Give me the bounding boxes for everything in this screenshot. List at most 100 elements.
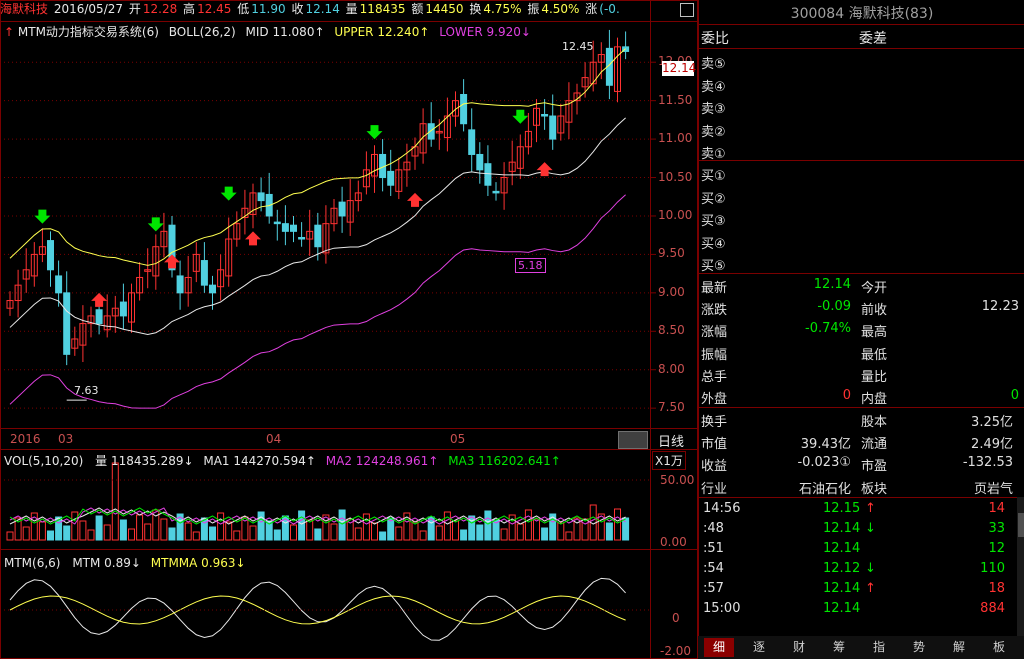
stat-value: 12.23 (981, 299, 1019, 315)
stat-value: 0 (1010, 388, 1019, 403)
bottom-tabs: 细逐财筹指势解板 (698, 636, 1024, 659)
month-03: 03 (58, 432, 74, 446)
stock-name: 海默科技 (0, 2, 49, 16)
price-axis-label: 10.50 (658, 169, 693, 184)
volume-bar (614, 508, 621, 541)
up-arrow-icon: ↑ (4, 25, 15, 39)
weibi-label: 委比 (701, 31, 729, 47)
candle-body (47, 240, 54, 271)
price-axis-label: 9.00 (658, 284, 685, 299)
tick-scrollbar[interactable] (1017, 497, 1024, 636)
tick-volume: 33 (988, 521, 1005, 536)
stat-value: 12.14 (813, 277, 851, 292)
current-price-tag: 12.14 (662, 61, 697, 76)
toggle-checkbox[interactable] (680, 3, 694, 17)
volume-bar (516, 523, 524, 541)
tab-1[interactable]: 逐 (744, 638, 774, 657)
volume-bar (314, 528, 322, 541)
tick-price: 12.14 (823, 541, 861, 556)
tick-price: 12.14 (823, 581, 861, 596)
year-label: 2016 (10, 432, 41, 446)
sell-row: 卖③ (699, 95, 1024, 118)
volume-bar (379, 531, 387, 541)
stat-row: 振幅 最低 (699, 341, 1024, 364)
tick-arrow: ↓ (865, 561, 876, 576)
volume-axis-bottom: 0.00 (660, 535, 687, 549)
volume-bar (144, 523, 152, 541)
tick-arrow: ↑ (865, 581, 876, 596)
tab-0[interactable]: 细 (704, 638, 734, 657)
tab-3[interactable]: 筹 (824, 638, 854, 657)
volume-bar (622, 517, 630, 541)
candle-body (541, 113, 549, 117)
stat-value: -0.74% (805, 321, 851, 337)
month-05: 05 (450, 432, 466, 446)
low-annotation: 7.63 (74, 384, 99, 397)
sell-row: 卖⑤ (699, 50, 1024, 73)
tab-2[interactable]: 财 (784, 638, 814, 657)
candle-body (338, 201, 346, 217)
price-axis-label: 11.00 (658, 131, 693, 146)
stat-label: 总手 (701, 369, 728, 385)
volume-unit: X1万 (652, 451, 686, 470)
tick-price: 12.15 (823, 501, 861, 516)
stat-row: 涨跌 -0.09 前收 12.23 (699, 296, 1024, 319)
volume-bar (38, 521, 46, 541)
sell-level-label: 卖② (701, 124, 726, 140)
candle-body (492, 190, 500, 194)
candle-body (476, 153, 484, 171)
stat-label: 外盘 (701, 392, 728, 407)
tab-5[interactable]: 势 (904, 638, 934, 657)
volume-bar (306, 519, 314, 541)
fund-value: 2.49亿 (971, 437, 1013, 453)
buy-level-label: 买⑤ (701, 259, 726, 274)
volume-bar (79, 520, 87, 541)
tab-6[interactable]: 解 (944, 638, 974, 657)
fund-label: 收益 (701, 459, 728, 475)
volume-bar (290, 524, 297, 541)
buy-signal-icon (91, 292, 108, 307)
volume-bar (443, 511, 451, 541)
stat-label: 最高 (861, 325, 888, 341)
period-button[interactable]: 日线 (658, 431, 684, 450)
tick-volume: 14 (988, 501, 1005, 516)
upper-value: UPPER 12.240↑ (334, 25, 430, 39)
mtm-axis-bottom: -2.00 (660, 644, 692, 658)
tick-volume: 12 (988, 541, 1005, 556)
tick-price: 12.12 (823, 561, 861, 576)
volume-bar (557, 522, 565, 541)
fund-label: 行业 (701, 481, 728, 497)
sell-row: 卖② (699, 118, 1024, 141)
fund-row: 换手 股本 3.25亿 (699, 408, 1024, 431)
stat-value: -0.09 (817, 299, 851, 315)
fund-label: 换手 (701, 415, 728, 430)
price-axis-label: 9.50 (658, 246, 685, 261)
candle-body (468, 129, 476, 155)
candle-body (200, 260, 208, 286)
volume-bar (411, 521, 419, 541)
stat-row: 外盘 0 内盘 0 (699, 385, 1024, 408)
tab-4[interactable]: 指 (864, 638, 894, 657)
buy-signal-icon (407, 192, 423, 207)
candle-body (298, 236, 306, 240)
volume-bar (184, 522, 192, 541)
sell-signal-icon (220, 186, 237, 201)
quote-panel: 300084 海默科技(83) 委比 委差 卖⑤ 卖④ 卖③ 卖② 卖① 买① 买② 买③ 买… (698, 0, 1024, 636)
scroll-handle[interactable] (618, 431, 648, 449)
sell-level-label: 卖⑤ (701, 57, 726, 72)
volume-bar (47, 530, 54, 541)
buy-row: 买⑤ (699, 252, 1024, 275)
volume-bar (160, 518, 168, 541)
volume-bar (119, 519, 127, 541)
buy-level-label: 买③ (701, 214, 726, 229)
buy-level-label: 买② (701, 191, 726, 207)
fund-value: -132.53 (962, 455, 1013, 471)
tab-7[interactable]: 板 (984, 638, 1014, 657)
fund-row: 行业 石油石化 板块 页岩气 (699, 475, 1024, 498)
tick-time: :54 (703, 561, 724, 576)
volume-bar (524, 509, 532, 541)
buy-row: 买① (699, 162, 1024, 185)
fund-value: -0.023① (797, 455, 851, 471)
amount-value: 14450 (425, 2, 464, 16)
candle-body (55, 275, 63, 294)
